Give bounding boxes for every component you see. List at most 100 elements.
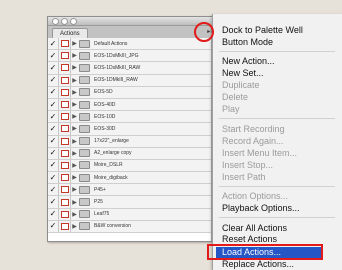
- dialog-toggle-icon[interactable]: [59, 38, 71, 50]
- menu-item-clear-all-actions[interactable]: Clear All Actions: [222, 223, 287, 234]
- menu-item-start-recording[interactable]: Start Recording: [222, 124, 285, 135]
- dialog-toggle-icon[interactable]: [59, 196, 71, 208]
- list-item[interactable]: ✓ ▶ EOS-1DsMkIII_RAW: [48, 62, 212, 75]
- dialog-toggle-icon[interactable]: [59, 62, 71, 74]
- menu-item-replace-actions[interactable]: Replace Actions...: [222, 259, 294, 270]
- checkmark-icon[interactable]: ✓: [48, 208, 59, 220]
- minimize-dot-icon[interactable]: [61, 18, 68, 25]
- action-set-label: EOS-30D: [94, 125, 116, 132]
- expand-triangle-icon[interactable]: ▶: [71, 211, 78, 218]
- menu-item-record-again[interactable]: Record Again...: [222, 136, 284, 147]
- menu-item-action-options[interactable]: Action Options...: [222, 191, 288, 202]
- dialog-toggle-icon[interactable]: [59, 74, 71, 86]
- annotation-circle-menu-button: [194, 22, 214, 42]
- menu-item-new-set[interactable]: New Set...: [222, 68, 264, 79]
- menu-item-duplicate[interactable]: Duplicate: [222, 80, 260, 91]
- checkmark-icon[interactable]: ✓: [48, 135, 59, 147]
- expand-triangle-icon[interactable]: ▶: [71, 162, 78, 169]
- list-item[interactable]: ✓ ▶ Default Actions: [48, 38, 212, 51]
- expand-triangle-icon[interactable]: ▶: [71, 174, 78, 181]
- list-item[interactable]: ✓ ▶ Moire_DSLR: [48, 159, 212, 173]
- checkmark-icon[interactable]: ✓: [48, 196, 59, 208]
- list-item[interactable]: ✓ ▶ Leaf75: [48, 208, 212, 221]
- menu-item-insert-menu-item[interactable]: Insert Menu Item...: [222, 148, 297, 159]
- list-item[interactable]: ✓ ▶ EOS-30D: [48, 123, 212, 136]
- list-item[interactable]: ✓ ▶ Moire_digiback: [48, 172, 212, 185]
- expand-triangle-icon[interactable]: ▶: [71, 101, 78, 108]
- expand-triangle-icon[interactable]: ▶: [71, 113, 78, 120]
- expand-triangle-icon[interactable]: ▶: [71, 40, 78, 47]
- action-set-label: EOS-1DMkIII_RAW: [94, 77, 138, 84]
- close-dot-icon[interactable]: [52, 18, 59, 25]
- checkmark-icon[interactable]: ✓: [48, 98, 59, 111]
- folder-icon: [79, 198, 90, 207]
- folder-icon: [79, 124, 90, 133]
- dialog-toggle-icon[interactable]: [59, 98, 71, 111]
- menu-item-playback-options[interactable]: Playback Options...: [222, 203, 300, 214]
- list-item[interactable]: ✓ ▶ P25: [48, 196, 212, 209]
- expand-triangle-icon[interactable]: ▶: [71, 52, 78, 59]
- dialog-toggle-icon[interactable]: [59, 147, 71, 159]
- expand-triangle-icon[interactable]: ▶: [71, 138, 78, 145]
- expand-triangle-icon[interactable]: ▶: [71, 89, 78, 96]
- dialog-toggle-icon[interactable]: [59, 123, 71, 135]
- dialog-toggle-icon[interactable]: [59, 111, 71, 123]
- checkmark-icon[interactable]: ✓: [48, 111, 59, 123]
- list-item[interactable]: ✓ ▶ EOS-1DsMkIII_JPG: [48, 50, 212, 63]
- menu-item-dock-to-palette-well[interactable]: Dock to Palette Well: [222, 25, 303, 36]
- menu-item-button-mode[interactable]: Button Mode: [222, 37, 273, 48]
- checkmark-icon[interactable]: ✓: [48, 184, 59, 196]
- expand-triangle-icon[interactable]: ▶: [71, 64, 78, 71]
- list-item[interactable]: ✓ ▶ EOS-40D: [48, 98, 212, 112]
- dialog-toggle-icon[interactable]: [59, 50, 71, 62]
- list-item[interactable]: ✓ ▶ P45+: [48, 184, 212, 197]
- dialog-toggle-icon[interactable]: [59, 86, 71, 98]
- zoom-dot-icon[interactable]: [70, 18, 77, 25]
- expand-triangle-icon[interactable]: ▶: [71, 125, 78, 132]
- menu-item-new-action[interactable]: New Action...: [222, 56, 275, 67]
- window-controls: [52, 18, 77, 25]
- menu-item-insert-stop[interactable]: Insert Stop...: [222, 160, 273, 171]
- palette-titlebar[interactable]: [48, 17, 220, 26]
- action-set-label: P25: [94, 199, 103, 206]
- expand-triangle-icon[interactable]: ▶: [71, 150, 78, 157]
- expand-triangle-icon[interactable]: ▶: [71, 199, 78, 206]
- menu-separator: [219, 217, 335, 218]
- dialog-toggle-icon[interactable]: [59, 184, 71, 196]
- list-item[interactable]: ✓ ▶ EOS-5D: [48, 86, 212, 99]
- checkmark-icon[interactable]: ✓: [48, 62, 59, 74]
- checkmark-icon[interactable]: ✓: [48, 123, 59, 135]
- menu-item-insert-path[interactable]: Insert Path: [222, 172, 266, 183]
- folder-icon: [79, 88, 90, 97]
- dialog-toggle-icon[interactable]: [59, 159, 71, 172]
- expand-triangle-icon[interactable]: ▶: [71, 223, 78, 230]
- list-item[interactable]: ✓ ▶ B&W conversion: [48, 220, 212, 233]
- checkmark-icon[interactable]: ✓: [48, 86, 59, 98]
- checkmark-icon[interactable]: ✓: [48, 159, 59, 172]
- expand-triangle-icon[interactable]: ▶: [71, 186, 78, 193]
- expand-triangle-icon[interactable]: ▶: [71, 77, 78, 84]
- action-set-label: EOS-1DsMkIII_JPG: [94, 52, 139, 59]
- checkmark-icon[interactable]: ✓: [48, 74, 59, 86]
- actions-palette: Actions ▸≡ ✓ ▶ Default Actions ✓ ▶ EOS-1…: [47, 16, 221, 242]
- action-set-label: P45+: [94, 186, 106, 193]
- checkmark-icon[interactable]: ✓: [48, 50, 59, 62]
- checkmark-icon[interactable]: ✓: [48, 172, 59, 184]
- menu-separator: [219, 51, 335, 52]
- dialog-toggle-icon[interactable]: [59, 172, 71, 184]
- list-item[interactable]: ✓ ▶ EOS-1DMkIII_RAW: [48, 74, 212, 87]
- menu-item-delete[interactable]: Delete: [222, 92, 248, 103]
- list-item[interactable]: ✓ ▶ 17x22"_enlarge: [48, 135, 212, 148]
- menu-item-play[interactable]: Play: [222, 104, 240, 115]
- checkmark-icon[interactable]: ✓: [48, 38, 59, 50]
- action-set-label: B&W conversion: [94, 223, 131, 230]
- list-item[interactable]: ✓ ▶ EOS-10D: [48, 111, 212, 124]
- checkmark-icon[interactable]: ✓: [48, 220, 59, 232]
- dialog-toggle-icon[interactable]: [59, 220, 71, 232]
- checkmark-icon[interactable]: ✓: [48, 147, 59, 159]
- folder-icon: [79, 173, 90, 182]
- action-set-label: Moire_digiback: [94, 174, 128, 181]
- dialog-toggle-icon[interactable]: [59, 208, 71, 220]
- list-item[interactable]: ✓ ▶ A2_enlarge copy: [48, 147, 212, 160]
- dialog-toggle-icon[interactable]: [59, 135, 71, 147]
